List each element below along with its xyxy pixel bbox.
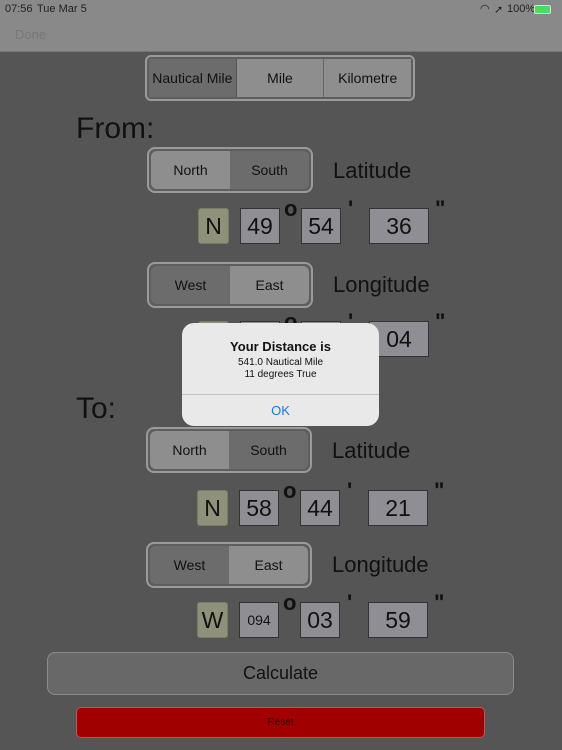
unit-selector[interactable]: Nautical Mile Mile Kilometre	[145, 55, 415, 101]
to-east[interactable]: East	[229, 546, 308, 584]
to-lon-sec[interactable]: 59	[368, 602, 428, 638]
to-lat-deg[interactable]: 58	[239, 490, 279, 526]
from-north[interactable]: North	[151, 151, 230, 189]
from-lat-deg[interactable]: 49	[240, 208, 280, 244]
from-east[interactable]: East	[230, 266, 309, 304]
alert-distance: 541.0 Nautical Mile	[237, 357, 324, 368]
to-heading: To:	[76, 392, 117, 425]
unit-kilometre[interactable]: Kilometre	[324, 59, 412, 97]
minute-symbol: '	[348, 196, 354, 221]
from-longitude-label: Longitude	[333, 272, 430, 297]
distance-alert: Your Distance is 541.0 Nautical Mile 11 …	[182, 323, 379, 426]
from-lat-selector[interactable]: North South	[147, 147, 313, 193]
second-symbol: "	[434, 590, 445, 615]
degree-symbol: o	[284, 196, 298, 221]
minute-symbol: '	[347, 478, 353, 503]
alert-title: Your Distance is	[230, 339, 331, 354]
status-bar: 07:56 Tue Mar 5 ◠ ➚ 100%	[0, 0, 562, 20]
nav-bar: Done	[0, 20, 562, 52]
location-icon: ➚	[494, 4, 504, 16]
second-symbol: "	[434, 478, 445, 503]
unit-mile[interactable]: Mile	[236, 59, 325, 97]
alert-bearing: 11 degrees True	[244, 369, 317, 380]
alert-ok-button[interactable]: OK	[182, 395, 379, 426]
to-lon-deg[interactable]: 094	[239, 602, 279, 638]
unit-nautical-mile[interactable]: Nautical Mile	[149, 59, 237, 97]
from-lat-min[interactable]: 54	[301, 208, 341, 244]
to-lat-selector[interactable]: North South	[146, 427, 312, 473]
reset-button[interactable]: Reset	[76, 707, 485, 738]
to-lon-selector[interactable]: West East	[146, 542, 312, 588]
to-lat-sec[interactable]: 21	[368, 490, 428, 526]
from-south[interactable]: South	[230, 151, 309, 189]
to-north[interactable]: North	[150, 431, 229, 469]
to-longitude-label: Longitude	[332, 552, 429, 577]
from-lat-sec[interactable]: 36	[369, 208, 429, 244]
second-symbol: "	[435, 309, 446, 334]
status-date: Tue Mar 5	[37, 3, 87, 15]
to-lat-hemi[interactable]: N	[197, 490, 228, 526]
from-lat-hemi[interactable]: N	[198, 208, 229, 244]
status-time: 07:56	[5, 3, 33, 15]
from-west[interactable]: West	[151, 266, 230, 304]
done-button[interactable]: Done	[15, 27, 46, 42]
degree-symbol: o	[283, 478, 297, 503]
from-latitude-label: Latitude	[333, 158, 412, 183]
battery-percent: 100%	[507, 3, 536, 15]
to-latitude-label: Latitude	[332, 438, 411, 463]
to-south[interactable]: South	[229, 431, 308, 469]
to-lon-hemi[interactable]: W	[197, 602, 228, 638]
to-lon-min[interactable]: 03	[300, 602, 340, 638]
to-lat-min[interactable]: 44	[300, 490, 340, 526]
battery-icon	[534, 5, 551, 14]
from-lon-selector[interactable]: West East	[147, 262, 313, 308]
minute-symbol: '	[347, 590, 353, 615]
wifi-icon: ◠	[480, 3, 490, 15]
to-west[interactable]: West	[150, 546, 229, 584]
degree-symbol: o	[283, 590, 297, 615]
second-symbol: "	[435, 196, 446, 221]
calculate-button[interactable]: Calculate	[47, 652, 514, 695]
from-heading: From:	[76, 112, 155, 145]
